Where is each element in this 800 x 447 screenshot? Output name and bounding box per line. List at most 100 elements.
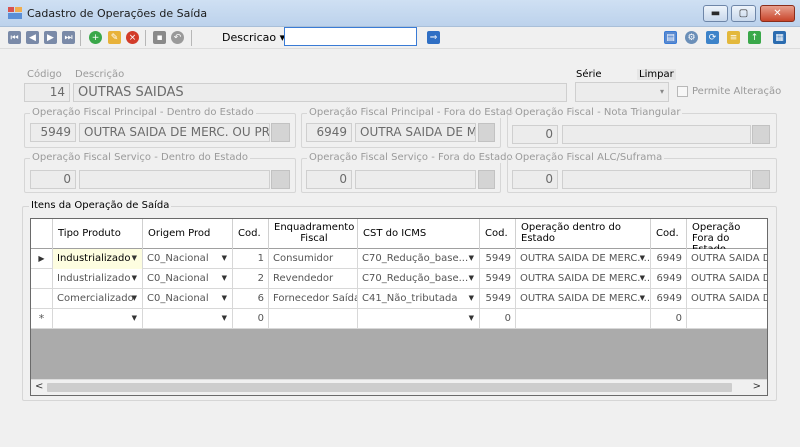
cell-enquadramento[interactable]: Revendedor (269, 269, 358, 289)
prev-icon[interactable]: ◀ (26, 31, 39, 44)
cell-cst-icms[interactable]: C70_Redução_base... ▼ (358, 269, 480, 289)
cell-tipo-produto[interactable]: Industrializado ▼ (53, 269, 143, 289)
cell-origem-prod[interactable]: C0_Nacional ▼ (143, 289, 233, 309)
cell-operacao-dentro[interactable] (516, 309, 651, 329)
export-icon[interactable]: ↑ (748, 31, 761, 44)
alc-suframa-lookup-button[interactable] (752, 170, 770, 189)
nota-triangular-desc[interactable] (562, 125, 751, 144)
table-row-new[interactable]: * ▼ ▼ 0 ▼ 0 0 (31, 309, 767, 329)
servico-dentro-desc[interactable] (79, 170, 270, 189)
search-input[interactable] (284, 27, 417, 46)
save-icon[interactable]: ▪ (153, 31, 166, 44)
limpar-link[interactable]: Limpar (637, 69, 676, 80)
maximize-button[interactable]: ▢ (731, 5, 756, 22)
fiscal-principal-dentro-desc[interactable]: OUTRA SAIDA DE MERC. OU PR (79, 123, 270, 142)
cell-operacao-dentro[interactable]: OUTRA SAIDA DE MERC. ... ▼ (516, 289, 651, 309)
cell-operacao-fora[interactable]: OUTRA SAIDA DE (687, 269, 767, 289)
cell-enquadramento[interactable] (269, 309, 358, 329)
cell-operacao-fora[interactable] (687, 309, 767, 329)
chevron-down-icon[interactable]: ▼ (222, 249, 227, 268)
chevron-down-icon[interactable]: ▼ (222, 289, 227, 308)
cell-cst-icms[interactable]: C41_Não_tributada ▼ (358, 289, 480, 309)
cell-origem-prod[interactable]: C0_Nacional ▼ (143, 249, 233, 269)
col-operacao-dentro[interactable]: Operação dentro do Estado (516, 219, 651, 249)
servico-dentro-code[interactable]: 0 (30, 170, 76, 189)
cell-cod-2[interactable]: 5949 (480, 249, 516, 269)
serie-select[interactable]: ▾ (575, 82, 669, 102)
report-icon[interactable]: ▤ (664, 31, 677, 44)
nota-triangular-code[interactable]: 0 (512, 125, 558, 144)
chevron-down-icon[interactable]: ▼ (132, 269, 137, 288)
cell-operacao-fora[interactable]: OUTRA SAIDA DE (687, 289, 767, 309)
edit-icon[interactable]: ✎ (108, 31, 121, 44)
fiscal-principal-fora-desc[interactable]: OUTRA SAIDA DE M (355, 123, 476, 142)
add-icon[interactable]: + (89, 31, 102, 44)
servico-fora-code[interactable]: 0 (306, 170, 352, 189)
cell-operacao-fora[interactable]: OUTRA SAIDA DE (687, 249, 767, 269)
alc-suframa-code[interactable]: 0 (512, 170, 558, 189)
settings-icon[interactable]: ⚙ (685, 31, 698, 44)
cell-cod-3[interactable]: 0 (651, 309, 687, 329)
cell-cod-1[interactable]: 0 (233, 309, 269, 329)
col-cod-2[interactable]: Cod. (480, 219, 516, 249)
table-row[interactable]: Comercializado ▼ C0_Nacional ▼ 6 Fornecedo… (31, 289, 767, 309)
cell-operacao-dentro[interactable]: OUTRA SAIDA DE MERC. ... ▼ (516, 269, 651, 289)
alc-suframa-desc[interactable] (562, 170, 751, 189)
fiscal-principal-dentro-code[interactable]: 5949 (30, 123, 76, 142)
chevron-down-icon[interactable]: ▼ (132, 309, 137, 328)
grid-icon[interactable]: ▦ (773, 31, 786, 44)
cell-tipo-produto[interactable]: Comercializado ▼ (53, 289, 143, 309)
chevron-down-icon[interactable]: ▼ (640, 249, 645, 268)
col-origem-prod[interactable]: Origem Prod (143, 219, 233, 249)
fiscal-principal-fora-code[interactable]: 6949 (306, 123, 352, 142)
cell-enquadramento[interactable]: Consumidor (269, 249, 358, 269)
col-cst-icms[interactable]: CST do ICMS (358, 219, 480, 249)
chevron-down-icon[interactable]: ▼ (469, 269, 474, 288)
cell-cod-2[interactable]: 5949 (480, 289, 516, 309)
cell-cod-2[interactable]: 0 (480, 309, 516, 329)
cell-origem-prod[interactable]: ▼ (143, 309, 233, 329)
cell-tipo-produto[interactable]: Industrializado ▼ (53, 249, 143, 269)
table-row[interactable]: Industrializado ▼ C0_Nacional ▼ 2 Revended… (31, 269, 767, 289)
fiscal-principal-dentro-lookup-button[interactable] (271, 123, 290, 142)
chevron-down-icon[interactable]: ▼ (640, 289, 645, 308)
first-icon[interactable]: ⏮ (8, 31, 21, 44)
next-icon[interactable]: ▶ (44, 31, 57, 44)
chevron-down-icon[interactable]: ▼ (222, 269, 227, 288)
refresh-icon[interactable]: ⟳ (706, 31, 719, 44)
chevron-down-icon[interactable]: ▼ (222, 309, 227, 328)
minimize-button[interactable]: ▬ (703, 5, 728, 22)
servico-fora-desc[interactable] (355, 170, 476, 189)
cell-enquadramento[interactable]: Fornecedor Saída (269, 289, 358, 309)
cell-cod-3[interactable]: 6949 (651, 269, 687, 289)
cell-cod-1[interactable]: 1 (233, 249, 269, 269)
last-icon[interactable]: ⏭ (62, 31, 75, 44)
col-operacao-fora[interactable]: Operação Fora do Estado (687, 219, 767, 249)
servico-fora-lookup-button[interactable] (478, 170, 495, 189)
scroll-left-icon[interactable]: < (35, 381, 43, 392)
search-field-dropdown[interactable]: Descricao ▾ (222, 31, 285, 44)
chevron-down-icon[interactable]: ▼ (469, 309, 474, 328)
permite-alteracao-checkbox[interactable] (677, 86, 688, 97)
close-button[interactable]: ✕ (760, 5, 795, 22)
cell-cst-icms[interactable]: C70_Redução_base... ▼ (358, 249, 480, 269)
cell-cod-2[interactable]: 5949 (480, 269, 516, 289)
document-icon[interactable]: ≡ (727, 31, 740, 44)
col-cod-1[interactable]: Cod. (233, 219, 269, 249)
col-enquadramento-fiscal[interactable]: Enquadramento Fiscal (269, 219, 358, 249)
scrollbar-thumb[interactable] (47, 383, 732, 392)
cell-tipo-produto[interactable]: ▼ (53, 309, 143, 329)
col-tipo-produto[interactable]: Tipo Produto (53, 219, 143, 249)
cell-operacao-dentro[interactable]: OUTRA SAIDA DE MERC. ... ▼ (516, 249, 651, 269)
horizontal-scrollbar[interactable]: < > (31, 379, 767, 395)
cell-cod-1[interactable]: 2 (233, 269, 269, 289)
delete-icon[interactable]: × (126, 31, 139, 44)
descricao-field[interactable]: OUTRAS SAIDAS (73, 83, 567, 102)
items-grid[interactable]: Tipo Produto Origem Prod Cod. Enquadrame… (30, 218, 768, 396)
search-go-icon[interactable]: ⇒ (427, 31, 440, 44)
table-row[interactable]: ▶ Industrializado ▼ C0_Nacional ▼ 1 Consum… (31, 249, 767, 269)
scroll-right-icon[interactable]: > (753, 381, 761, 392)
servico-dentro-lookup-button[interactable] (271, 170, 290, 189)
cell-origem-prod[interactable]: C0_Nacional ▼ (143, 269, 233, 289)
cell-cod-3[interactable]: 6949 (651, 289, 687, 309)
